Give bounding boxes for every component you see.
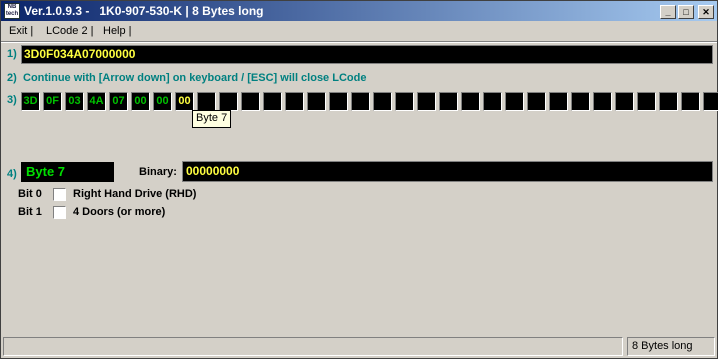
byte-tooltip: Byte 7 <box>192 110 232 128</box>
main-window: NB tech Ver.1.0.9.3 - 1K0-907-530-K | 8 B… <box>0 0 718 359</box>
maximize-button[interactable]: □ <box>678 5 694 19</box>
byte-cell[interactable] <box>197 92 216 111</box>
byte-cell[interactable] <box>351 92 370 111</box>
byte-cell[interactable] <box>329 92 348 111</box>
binary-value-field[interactable]: 00000000 <box>182 161 713 182</box>
menu-divider <box>1 41 717 43</box>
bit1-checkbox[interactable] <box>53 206 66 219</box>
byte-cell[interactable] <box>659 92 678 111</box>
byte-cell[interactable] <box>527 92 546 111</box>
byte-cell[interactable] <box>505 92 524 111</box>
bit0-checkbox[interactable] <box>53 188 66 201</box>
binary-label: Binary: <box>139 166 177 178</box>
menu-lcode2[interactable]: LCode 2 | <box>46 25 94 37</box>
byte-cell[interactable] <box>615 92 634 111</box>
byte-cell[interactable]: 03 <box>65 92 84 111</box>
instruction-text: Continue with [Arrow down] on keyboard /… <box>23 72 367 84</box>
byte-cell[interactable]: 0F <box>43 92 62 111</box>
byte-cell[interactable] <box>461 92 480 111</box>
byte-cell[interactable]: 00 <box>153 92 172 111</box>
byte-cell[interactable] <box>373 92 392 111</box>
byte-cell[interactable] <box>593 92 612 111</box>
bit-number: Bit 0 <box>18 188 42 200</box>
app-icon[interactable]: NB tech <box>4 3 20 19</box>
bit-label: 4 Doors (or more) <box>73 206 166 218</box>
menu-exit[interactable]: Exit | <box>9 25 33 37</box>
status-pane-main <box>3 337 623 356</box>
byte-cell[interactable]: 00 <box>131 92 150 111</box>
byte-cell[interactable] <box>571 92 590 111</box>
bit-label: Right Hand Drive (RHD) <box>73 188 197 200</box>
byte-cell[interactable] <box>681 92 700 111</box>
bit-number: Bit 1 <box>18 206 42 218</box>
maximize-icon: □ <box>683 7 689 17</box>
status-bar: 8 Bytes long <box>3 337 715 356</box>
row1-number: 1) <box>7 48 17 60</box>
byte-cell[interactable] <box>395 92 414 111</box>
byte-cell[interactable]: 3D <box>21 92 40 111</box>
selected-byte-label: Byte 7 <box>21 162 114 182</box>
close-button[interactable]: ✕ <box>698 5 714 19</box>
byte-cell[interactable] <box>219 92 238 111</box>
window-title: Ver.1.0.9.3 - 1K0-907-530-K | 8 Bytes lo… <box>24 4 264 18</box>
menu-help[interactable]: Help | <box>103 25 132 37</box>
byte-cell[interactable]: 00 <box>175 92 194 111</box>
byte-cell[interactable]: 4A <box>87 92 106 111</box>
minimize-button[interactable]: _ <box>660 5 676 19</box>
byte-cell[interactable] <box>703 92 718 111</box>
status-pane-bytes: 8 Bytes long <box>627 337 715 356</box>
byte-cell[interactable] <box>417 92 436 111</box>
menu-bar: Exit | LCode 2 | Help | <box>1 22 717 41</box>
row4-number: 4) <box>7 168 17 180</box>
byte-cell[interactable] <box>307 92 326 111</box>
byte-cell[interactable]: 07 <box>109 92 128 111</box>
byte-cell[interactable] <box>241 92 260 111</box>
hex-string-field[interactable]: 3D0F034A07000000 <box>21 45 713 64</box>
close-icon: ✕ <box>702 7 710 17</box>
minimize-icon: _ <box>665 7 671 17</box>
byte-cells: 3D 0F 03 4A 07 00 00 00 <box>21 92 718 111</box>
row3-number: 3) <box>7 94 17 106</box>
byte-cell[interactable] <box>285 92 304 111</box>
byte-cell[interactable] <box>637 92 656 111</box>
byte-cell[interactable] <box>263 92 282 111</box>
title-bar[interactable]: NB tech Ver.1.0.9.3 - 1K0-907-530-K | 8 B… <box>1 1 717 21</box>
byte-cell[interactable] <box>483 92 502 111</box>
byte-cell[interactable] <box>549 92 568 111</box>
row2-number: 2) <box>7 72 17 84</box>
byte-cell[interactable] <box>439 92 458 111</box>
